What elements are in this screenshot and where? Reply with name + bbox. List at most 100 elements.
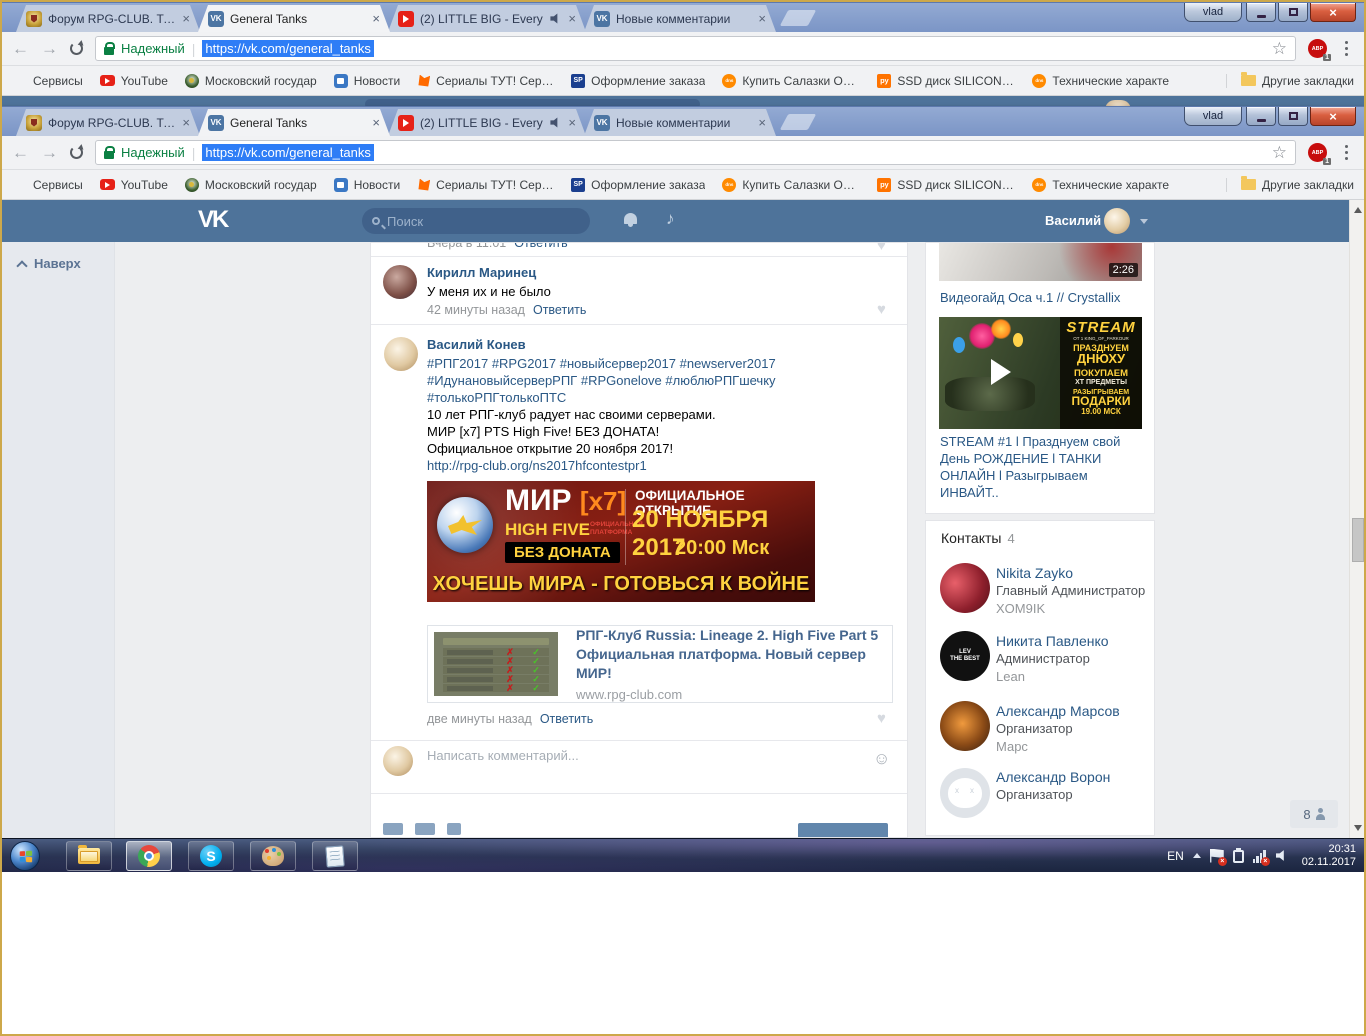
reply-link[interactable]: Ответить [540,712,593,726]
action-center-flag-icon[interactable]: × [1209,848,1227,866]
bookmark-news[interactable]: Новости [333,73,400,88]
heart-icon[interactable]: ♥ [877,301,886,318]
contact-name-link[interactable]: Александр Ворон [996,769,1110,785]
tab-youtube[interactable]: (2) LITTLE BIG - Every × [388,5,586,32]
bookmark-services[interactable]: Сервисы [12,177,83,192]
bookmark-university[interactable]: Московский государ [184,177,317,192]
preview-title[interactable]: РПГ-Клуб Russia: Lineage 2. High Five Pa… [576,626,892,683]
video-thumbnail[interactable]: STREAM ОТ 1 KING_OF_PARKOUR ПРАЗДНУЕМ ДН… [939,317,1142,429]
secure-lock-icon[interactable] [104,41,115,55]
maximize-button[interactable] [1278,3,1308,22]
bookmark-star-icon[interactable]: ☆ [1272,39,1287,59]
url-text[interactable]: https://vk.com/general_tanks [202,40,374,57]
address-bar[interactable]: Надежный | https://vk.com/general_tanks … [95,140,1296,165]
bookmark-specs[interactable]: dns Технические характе [1032,177,1169,192]
tab-rpg-forum[interactable]: Форум RPG-CLUB. Тема × [16,109,200,136]
taskbar-chrome[interactable] [126,841,172,871]
tab-rpg-forum[interactable]: Форум RPG-CLUB. Тема × [16,5,200,32]
contact-name-link[interactable]: Nikita Zayko [996,565,1073,581]
back-icon[interactable]: ← [12,40,29,57]
comment-author-link[interactable]: Василий Конев [427,337,526,352]
avatar[interactable] [940,701,990,751]
tab-close-icon[interactable]: × [568,12,576,25]
tab-general-tanks[interactable]: VK General Tanks × [198,5,390,32]
user-name[interactable]: Василий [1045,213,1101,228]
forward-icon[interactable]: → [41,144,58,161]
search-input[interactable] [387,213,547,229]
taskbar-skype[interactable]: S [188,841,234,871]
hashtag-line[interactable]: #РПГ2017 #RPG2017 #новыйсервер2017 #news… [427,355,776,372]
new-tab-button[interactable] [779,114,817,130]
video-thumbnail[interactable]: 2:26 [939,243,1142,281]
profile-button[interactable]: vlad [1184,107,1242,126]
new-tab-button[interactable] [779,10,817,26]
bookmark-youtube[interactable]: YouTube [99,74,168,88]
reply-link[interactable]: Ответить [533,303,586,317]
comment-link[interactable]: http://rpg-club.org/ns2017hfcontestpr1 [427,457,647,474]
taskbar-notepad[interactable] [312,841,358,871]
avatar[interactable] [384,337,418,371]
reply-link[interactable]: Ответить [514,243,567,250]
bell-icon[interactable] [624,213,637,227]
tab-close-icon[interactable]: × [182,12,190,25]
hashtag-line[interactable]: #толькоРПГтолькоПТС [427,389,566,406]
bookmark-ssd[interactable]: ру SSD диск SILICON PC [877,177,1015,192]
vk-search[interactable] [362,208,590,234]
bookmark-dns-sled[interactable]: dns Купить Салазки ORIC [722,177,860,192]
adblock-icon[interactable]: ABP 1 [1308,39,1331,61]
other-bookmarks[interactable]: Другие закладки [1226,72,1354,88]
bookmark-news[interactable]: Новости [333,177,400,192]
close-button[interactable]: × [1310,107,1356,126]
contact-name-link[interactable]: Никита Павленко [996,633,1109,649]
tab-close-icon[interactable]: × [568,116,576,129]
forward-icon[interactable]: → [41,40,58,57]
close-button[interactable]: × [1310,3,1356,22]
tab-audio-speaker-icon[interactable] [550,13,562,25]
avatar-placeholder-dog-icon[interactable]: xx [940,768,990,818]
bookmark-star-icon[interactable]: ☆ [1272,143,1287,163]
minimize-button[interactable] [1246,3,1276,22]
maximize-button[interactable] [1278,107,1308,126]
network-icon[interactable]: × [1252,849,1270,866]
tab-close-icon[interactable]: × [758,116,766,129]
link-preview-card[interactable]: ✗ ✓ ✗ ✓ ✗ ✓ ✗ ✓ ✗ ✓ РПГ-Клуб Russia: Lineage … [427,625,893,703]
scrollbar-thumb[interactable] [1352,518,1364,562]
comment-author-link[interactable]: Кирилл Маринец [427,265,536,280]
tab-close-icon[interactable]: × [182,116,190,129]
bookmark-university[interactable]: Московский государ [184,73,317,88]
chrome-menu-icon[interactable] [1345,47,1348,50]
secure-lock-icon[interactable] [104,145,115,159]
vk-logo[interactable]: VK [198,206,229,234]
tab-new-comments[interactable]: VK Новые комментарии × [584,5,776,32]
tab-close-icon[interactable]: × [758,12,766,25]
page-scrollbar[interactable] [1349,200,1364,838]
installer-icon[interactable] [1232,847,1244,863]
avatar[interactable] [383,265,417,299]
video-title-link[interactable]: Видеогайд Оса ч.1 // Crystallix [940,289,1120,306]
bookmark-dns-sled[interactable]: dns Купить Салазки ORIC [722,73,860,88]
heart-icon[interactable]: ♥ [877,243,886,254]
bookmark-order[interactable]: SP Оформление заказа [571,73,705,88]
comment-composer-input[interactable] [427,748,767,763]
online-counter[interactable]: 8 [1290,800,1338,828]
tab-new-comments[interactable]: VK Новые комментарии × [584,109,776,136]
scroll-down-icon[interactable] [1354,825,1362,831]
server-banner-image[interactable]: МИР [x7] HIGH FIVE ОФИЦИАЛЬНАЯ ПЛАТФОРМА … [427,481,815,602]
bookmark-serials[interactable]: Сериалы ТУТ! Сериа [417,74,554,88]
address-bar[interactable]: Надежный | https://vk.com/general_tanks … [95,36,1296,61]
tab-youtube[interactable]: (2) LITTLE BIG - Every × [388,109,586,136]
share-action-icon[interactable] [415,823,435,835]
subscribe-button[interactable] [798,823,888,837]
other-bookmarks[interactable]: Другие закладки [1226,176,1354,192]
avatar[interactable] [940,563,990,613]
back-to-top-link[interactable]: Наверх [16,256,81,272]
taskbar-paint[interactable] [250,841,296,871]
profile-button[interactable]: vlad [1184,3,1242,22]
heart-icon[interactable]: ♥ [877,710,886,727]
contact-name-link[interactable]: Александр Марсов [996,703,1120,719]
browser-window-back[interactable]: Форум RPG-CLUB. Тема × VK General Tanks … [2,2,1364,106]
chrome-menu-icon[interactable] [1345,151,1348,154]
tab-audio-speaker-icon[interactable] [550,117,562,129]
security-label[interactable]: Надежный [121,41,185,56]
music-note-icon[interactable]: ♪ [666,209,675,229]
